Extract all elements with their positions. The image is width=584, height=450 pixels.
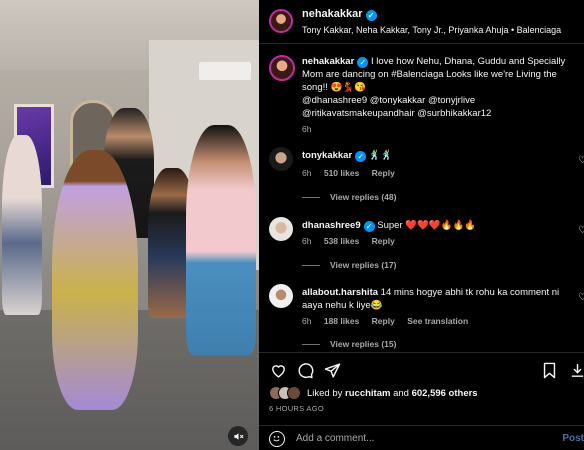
- post-header: nehakakkar ✓ Tony Kakkar, Neha Kakkar, To…: [259, 0, 584, 44]
- comment-heart-icon[interactable]: ♡: [578, 292, 584, 303]
- heart-icon: [271, 364, 285, 378]
- view-replies-button[interactable]: View replies (15): [302, 339, 396, 349]
- comment-likes[interactable]: 510 likes: [324, 168, 359, 178]
- save-button[interactable]: [540, 361, 558, 379]
- comments-list[interactable]: nehakakkar ✓ I love how Nehu, Dhana, Gudd…: [259, 45, 584, 350]
- view-replies-button[interactable]: View replies (17): [302, 260, 396, 270]
- view-replies-button[interactable]: View replies (48): [302, 192, 396, 202]
- caption: nehakakkar ✓ I love how Nehu, Dhana, Gudd…: [302, 55, 572, 136]
- comment-meta: 6h 510 likes Reply: [302, 168, 405, 178]
- comment-icon: [298, 362, 313, 378]
- verified-badge-icon: ✓: [363, 221, 375, 232]
- media-air-conditioner: [199, 62, 251, 80]
- comment-time: 6h: [302, 168, 312, 178]
- add-comment-bar: Add a comment... Post: [259, 425, 584, 450]
- comment-likes[interactable]: 538 likes: [324, 236, 359, 246]
- post-timestamp: 6 HOURS AGO: [269, 404, 324, 413]
- mute-button[interactable]: [228, 426, 248, 446]
- like-button[interactable]: [269, 361, 287, 379]
- liker-username[interactable]: rucchitam: [345, 388, 390, 399]
- tagged-people[interactable]: Tony Kakkar, Neha Kakkar, Tony Jr., Priy…: [302, 25, 561, 35]
- download-icon: [571, 363, 583, 377]
- comment-text: Super ❤️❤️❤️🔥🔥🔥: [377, 220, 477, 231]
- verified-badge-icon: ✓: [355, 151, 367, 162]
- comment-body: tonykakkar ✓ 🕺🕺: [302, 149, 572, 162]
- bookmark-icon: [543, 362, 555, 378]
- reply-button[interactable]: Reply: [372, 316, 395, 326]
- emoji-icon: [273, 436, 280, 442]
- caption-username[interactable]: nehakakkar: [302, 56, 354, 67]
- author-username[interactable]: nehakakkar ✓: [302, 8, 377, 21]
- comment-avatar[interactable]: [269, 147, 293, 171]
- share-button[interactable]: [323, 361, 341, 379]
- download-button[interactable]: [568, 361, 584, 379]
- comment-time: 6h: [302, 236, 312, 246]
- caption-avatar[interactable]: [269, 55, 295, 81]
- comment-avatar[interactable]: [269, 284, 293, 308]
- verified-badge-icon: ✓: [357, 57, 369, 68]
- verified-badge-icon: ✓: [365, 10, 377, 21]
- post-actions-bar: [259, 352, 584, 382]
- comment-body: dhanashree9 ✓ Super ❤️❤️❤️🔥🔥🔥: [302, 219, 572, 232]
- comment-likes[interactable]: 188 likes: [324, 316, 359, 326]
- comment-body: allabout.harshita 14 mins hogye abhi tk …: [302, 286, 572, 312]
- caption-mentions[interactable]: @dhanashree9 @tonykakkar @tonyjrlive @ri…: [302, 94, 572, 120]
- likes-summary: Liked by rucchitam and 602,596 others: [269, 386, 584, 402]
- comment-username[interactable]: tonykakkar: [302, 150, 352, 161]
- media-person: [52, 150, 138, 410]
- comment-username[interactable]: dhanashree9: [302, 220, 361, 231]
- emoji-button[interactable]: [269, 431, 285, 447]
- comment-text: 🕺🕺: [368, 150, 393, 161]
- comment-meta: 6h 538 likes Reply: [302, 236, 405, 246]
- post-details-panel: nehakakkar ✓ Tony Kakkar, Neha Kakkar, To…: [259, 0, 584, 450]
- comment-meta: 6h 188 likes Reply See translation: [302, 316, 478, 326]
- comment-username[interactable]: allabout.harshita: [302, 287, 378, 298]
- comment-input[interactable]: Add a comment...: [296, 433, 374, 444]
- media-person: [186, 125, 256, 355]
- reply-button[interactable]: Reply: [372, 168, 395, 178]
- comment-heart-icon[interactable]: ♡: [578, 225, 584, 236]
- likes-count[interactable]: 602,596 others: [412, 388, 478, 399]
- post-comment-button[interactable]: Post: [562, 433, 584, 444]
- media-person: [2, 135, 42, 315]
- comment-time: 6h: [302, 316, 312, 326]
- comment-avatar[interactable]: [269, 217, 293, 241]
- liker-avatars: [269, 386, 303, 400]
- see-translation-button[interactable]: See translation: [407, 316, 468, 326]
- author-avatar[interactable]: [269, 9, 293, 33]
- comment-button[interactable]: [296, 361, 314, 379]
- caption-time: 6h: [302, 124, 312, 134]
- post-media[interactable]: [0, 0, 259, 450]
- send-icon: [324, 362, 340, 378]
- reply-button[interactable]: Reply: [372, 236, 395, 246]
- comment-heart-icon[interactable]: ♡: [578, 155, 584, 166]
- speaker-muted-icon: [233, 432, 243, 440]
- likes-text: Liked by rucchitam and 602,596 others: [307, 388, 478, 399]
